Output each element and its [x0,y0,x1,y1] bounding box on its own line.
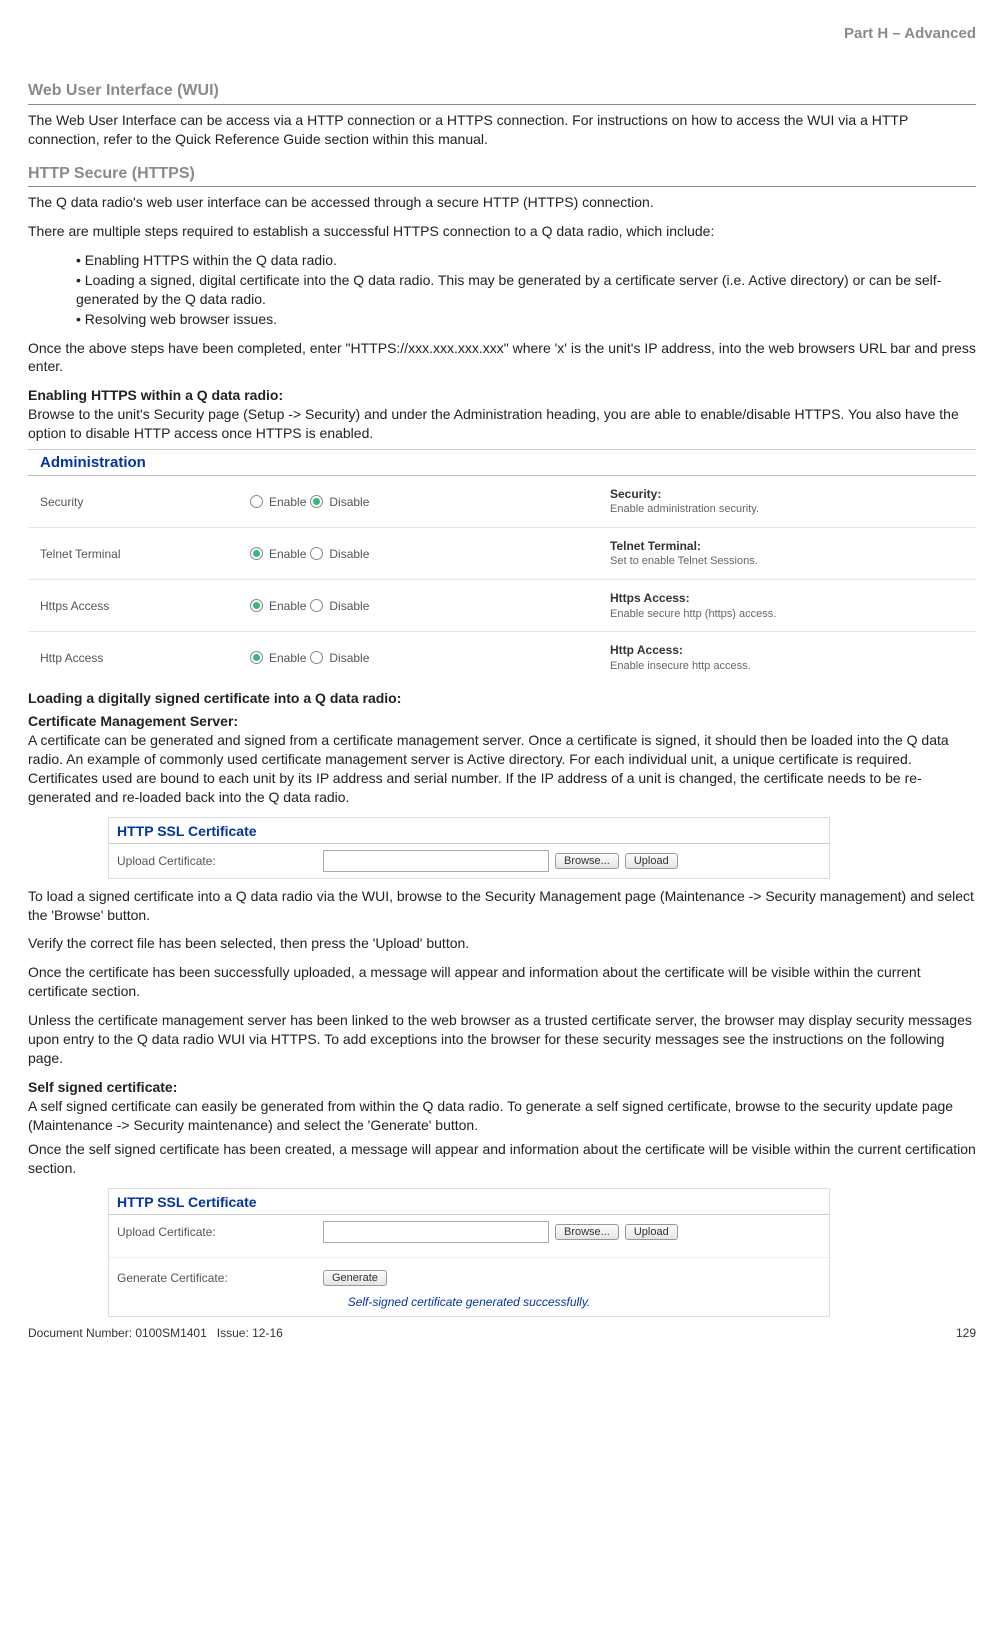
subheading-loading-cert: Loading a digitally signed certificate i… [28,689,976,708]
list-item: Enabling HTTPS within the Q data radio. [76,251,976,270]
admin-row-telnet: Telnet Terminal Enable Disable Telnet Te… [28,528,976,580]
body-text: Browse to the unit's Security page (Setu… [28,406,959,441]
list-item: Resolving web browser issues. [76,310,976,329]
body-text: A certificate can be generated and signe… [28,732,949,805]
body-text: There are multiple steps required to est… [28,222,976,241]
body-text: Once the certificate has been successful… [28,963,976,1001]
radio-disable[interactable] [310,495,323,508]
subheading-cms: Certificate Management Server: [28,713,238,729]
radio-label: Enable [269,598,306,614]
page-number: 129 [956,1325,976,1341]
section-title-wui: Web User Interface (WUI) [28,80,976,105]
radio-label: Disable [329,546,369,562]
bullet-list: Enabling HTTPS within the Q data radio. … [76,251,976,329]
admin-row-security: Security Enable Disable Security:Enable … [28,476,976,528]
certificate-path-input[interactable] [323,850,549,872]
body-text: The Web User Interface can be access via… [28,111,976,149]
section-title-https: HTTP Secure (HTTPS) [28,163,976,188]
admin-desc: Security:Enable administration security. [610,486,964,517]
radio-label: Disable [329,650,369,666]
upload-button[interactable]: Upload [625,1224,678,1240]
list-item: Loading a signed, digital certificate in… [76,271,976,309]
administration-panel: Administration Security Enable Disable S… [28,449,976,683]
admin-label: Telnet Terminal [40,546,250,562]
ssl-generate-panel: HTTP SSL Certificate Upload Certificate:… [108,1188,830,1317]
radio-enable[interactable] [250,495,263,508]
radio-label: Enable [269,546,306,562]
body-text: The Q data radio's web user interface ca… [28,193,976,212]
radio-enable[interactable] [250,547,263,560]
subheading-enable-https: Enabling HTTPS within a Q data radio: [28,387,283,403]
upload-label: Upload Certificate: [117,1224,317,1240]
upload-button[interactable]: Upload [625,853,678,869]
body-text: Once the above steps have been completed… [28,339,976,377]
admin-desc: Http Access:Enable insecure http access. [610,642,964,673]
browse-button[interactable]: Browse... [555,1224,619,1240]
status-message: Self-signed certificate generated succes… [109,1292,829,1316]
admin-label: Http Access [40,650,250,666]
body-text: A self signed certificate can easily be … [28,1098,953,1133]
radio-label: Enable [269,494,306,510]
ssl-title: HTTP SSL Certificate [109,818,829,844]
browse-button[interactable]: Browse... [555,853,619,869]
admin-row-http: Http Access Enable Disable Http Access:E… [28,632,976,683]
admin-row-https: Https Access Enable Disable Https Access… [28,580,976,632]
radio-label: Disable [329,494,369,510]
admin-label: Security [40,494,250,510]
upload-label: Upload Certificate: [117,853,317,869]
radio-disable[interactable] [310,599,323,612]
certificate-path-input[interactable] [323,1221,549,1243]
admin-title: Administration [28,450,976,476]
ssl-upload-panel: HTTP SSL Certificate Upload Certificate:… [108,817,830,879]
admin-desc: Telnet Terminal:Set to enable Telnet Ses… [610,538,964,569]
radio-label: Disable [329,598,369,614]
generate-label: Generate Certificate: [117,1270,317,1286]
radio-enable[interactable] [250,651,263,664]
body-text: To load a signed certificate into a Q da… [28,887,976,925]
subheading-self-signed: Self signed certificate: [28,1079,177,1095]
issue-number: Issue: 12-16 [217,1326,283,1340]
body-text: Once the self signed certificate has bee… [28,1140,976,1178]
admin-desc: Https Access:Enable secure http (https) … [610,590,964,621]
admin-label: Https Access [40,598,250,614]
radio-disable[interactable] [310,651,323,664]
page-footer: Document Number: 0100SM1401 Issue: 12-16… [28,1325,976,1341]
radio-label: Enable [269,650,306,666]
radio-disable[interactable] [310,547,323,560]
radio-enable[interactable] [250,599,263,612]
doc-number: Document Number: 0100SM1401 [28,1326,207,1340]
body-text: Unless the certificate management server… [28,1011,976,1068]
body-text: Verify the correct file has been selecte… [28,934,976,953]
part-header: Part H – Advanced [28,24,976,44]
generate-button[interactable]: Generate [323,1270,387,1286]
ssl-title: HTTP SSL Certificate [109,1189,829,1215]
